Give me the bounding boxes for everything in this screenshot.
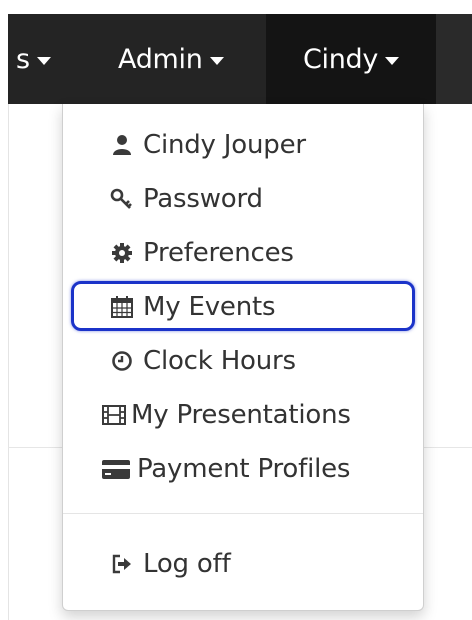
key-icon: [109, 186, 135, 212]
caret-down-icon: [385, 57, 400, 65]
top-navbar: s Admin Cindy: [8, 14, 472, 104]
credit-card-icon: [101, 456, 131, 482]
nav-item-truncated-label: s: [16, 43, 30, 75]
menu-item-label: My Presentations: [131, 400, 351, 430]
caret-down-icon: [36, 57, 51, 65]
menu-item-label: Payment Profiles: [137, 454, 351, 484]
highlight-annotation: [71, 281, 415, 331]
menu-item-preferences[interactable]: Preferences: [109, 230, 419, 276]
page-divider: [422, 447, 472, 448]
menu-item-label: Preferences: [143, 238, 294, 268]
page-left-border: [8, 104, 9, 620]
clock-icon: [109, 348, 135, 374]
menu-item-label: Password: [143, 184, 263, 214]
menu-item-label: Clock Hours: [143, 346, 296, 376]
film-icon: [101, 402, 127, 428]
menu-item-log-off[interactable]: Log off: [109, 541, 419, 587]
user-dropdown-menu: Cindy Jouper Password Preferences My Eve…: [62, 104, 424, 611]
menu-item-label: Log off: [143, 549, 231, 579]
nav-item-user-label: Cindy: [302, 43, 379, 75]
menu-item-profile[interactable]: Cindy Jouper: [109, 122, 419, 168]
nav-item-user-menu[interactable]: Cindy: [266, 14, 436, 104]
nav-item-admin-label: Admin: [118, 43, 203, 75]
menu-item-password[interactable]: Password: [109, 176, 419, 222]
nav-item-truncated[interactable]: s: [16, 14, 51, 104]
menu-divider: [63, 513, 423, 514]
caret-down-icon: [209, 57, 224, 65]
gear-icon: [109, 240, 135, 266]
page-divider: [8, 447, 68, 448]
sign-out-icon: [109, 551, 135, 577]
navbar-right-area: [436, 14, 472, 104]
menu-item-label: Cindy Jouper: [143, 130, 306, 160]
nav-item-admin[interactable]: Admin: [118, 14, 224, 104]
user-icon: [109, 132, 135, 158]
menu-item-payment-profiles[interactable]: Payment Profiles: [101, 446, 419, 492]
menu-item-my-presentations[interactable]: My Presentations: [101, 392, 419, 438]
menu-item-clock-hours[interactable]: Clock Hours: [109, 338, 419, 384]
